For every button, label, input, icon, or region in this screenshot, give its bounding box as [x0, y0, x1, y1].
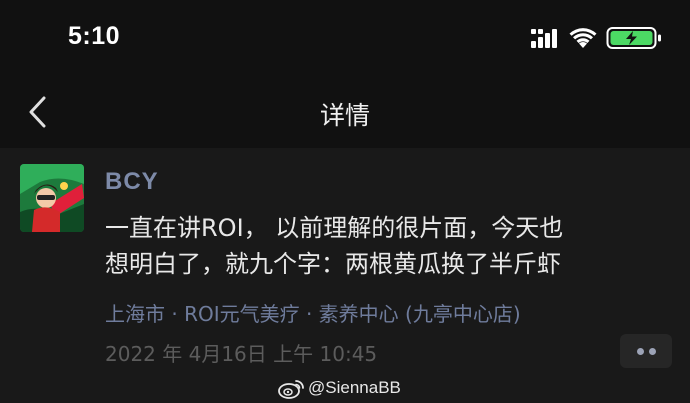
page-title: 详情	[319, 101, 370, 130]
post-content-line: 想明白了，就九个字：两根黄瓜换了半斤虾	[105, 250, 561, 278]
signal-icon	[531, 29, 557, 48]
more-dots-icon	[649, 348, 656, 355]
username[interactable]: BCY	[105, 168, 159, 196]
navigation-bar: 详情	[0, 80, 690, 144]
location-link[interactable]: 上海市 · ROI元气美疗 · 素养中心 (九亭中心店)	[105, 298, 521, 327]
status-bar: 5:10	[0, 0, 690, 70]
wifi-icon	[569, 28, 597, 48]
post-card: BCY 一直在讲ROI， 以前理解的很片面，今天也 想明白了，就九个字：两根黄瓜…	[0, 148, 690, 403]
post-content-line: 一直在讲ROI， 以前理解的很片面，今天也	[105, 214, 564, 242]
timestamp: 2022 年 4月16日 上午 10:45	[105, 342, 378, 366]
battery-charging-icon	[606, 27, 661, 49]
detail-screen: 5:10 详情 BCY 一直在讲ROI， 以前理解的很片面，今天也 想明白了，就…	[0, 0, 690, 403]
avatar-image	[20, 164, 84, 232]
watermark-text: @SiennaBB	[308, 378, 401, 397]
more-button[interactable]	[620, 334, 672, 368]
weibo-icon	[278, 380, 304, 399]
post-content: 一直在讲ROI， 以前理解的很片面，今天也 想明白了，就九个字：两根黄瓜换了半斤…	[105, 210, 675, 282]
status-time: 5:10	[68, 22, 121, 50]
avatar[interactable]	[20, 164, 84, 232]
more-dots-icon	[637, 348, 644, 355]
